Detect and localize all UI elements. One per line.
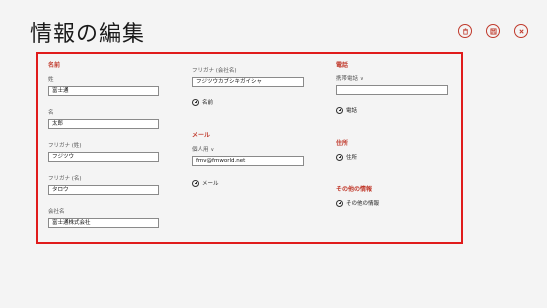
add-name-button[interactable]: 名前 (192, 98, 213, 106)
last-name-kana-field[interactable]: フジツウ (48, 152, 159, 162)
address-section-title: 住所 (336, 140, 349, 147)
add-name-label: 名前 (202, 100, 214, 106)
add-address-button[interactable]: 住所 (336, 153, 357, 161)
last-name-label: 姓 (48, 77, 54, 83)
other-section-title: その他の情報 (336, 186, 373, 193)
first-name-kana-field[interactable]: タロウ (48, 185, 159, 195)
save-button[interactable] (486, 24, 500, 38)
close-icon (518, 28, 524, 34)
plus-icon (192, 98, 199, 106)
last-name-kana-label: フリガナ (姓) (48, 143, 82, 149)
plus-icon (336, 106, 343, 114)
phone-type-selector[interactable]: 携帯電話 ∨ (336, 74, 364, 82)
add-other-button[interactable]: その他の情報 (336, 199, 379, 207)
plus-icon (336, 153, 343, 161)
plus-icon (192, 179, 199, 187)
phone-field[interactable] (336, 85, 448, 95)
add-phone-label: 電話 (346, 108, 358, 114)
save-icon (489, 27, 497, 35)
email-field[interactable]: fmv@fmworld.net (192, 156, 304, 166)
add-address-label: 住所 (346, 155, 358, 161)
first-name-field[interactable]: 太郎 (48, 119, 159, 129)
plus-icon (336, 199, 343, 207)
name-section-title: 名前 (48, 62, 61, 69)
phone-type-label: 携帯電話 (336, 76, 359, 82)
page-title: 情報の編集 (30, 22, 146, 47)
company-kana-label: フリガナ (会社名) (192, 68, 237, 74)
cancel-button[interactable] (514, 24, 528, 38)
delete-button[interactable] (458, 24, 472, 38)
mail-type-selector[interactable]: 個人用 ∨ (192, 145, 214, 153)
add-mail-button[interactable]: メール (192, 179, 219, 187)
trash-icon (462, 27, 468, 35)
phone-section-title: 電話 (336, 62, 349, 69)
chevron-down-icon: ∨ (210, 147, 215, 153)
company-label: 会社名 (48, 209, 65, 215)
add-phone-button[interactable]: 電話 (336, 106, 357, 114)
add-other-label: その他の情報 (346, 201, 380, 207)
first-name-kana-label: フリガナ (名) (48, 176, 82, 182)
mail-type-label: 個人用 (192, 147, 209, 153)
company-field[interactable]: 富士通株式会社 (48, 218, 159, 228)
chevron-down-icon: ∨ (360, 76, 364, 82)
last-name-field[interactable]: 富士通 (48, 86, 159, 96)
mail-section-title: メール (192, 132, 211, 139)
add-mail-label: メール (202, 181, 219, 187)
company-kana-field[interactable]: フジツウカブシキガイシャ (192, 77, 304, 87)
first-name-label: 名 (48, 110, 54, 116)
